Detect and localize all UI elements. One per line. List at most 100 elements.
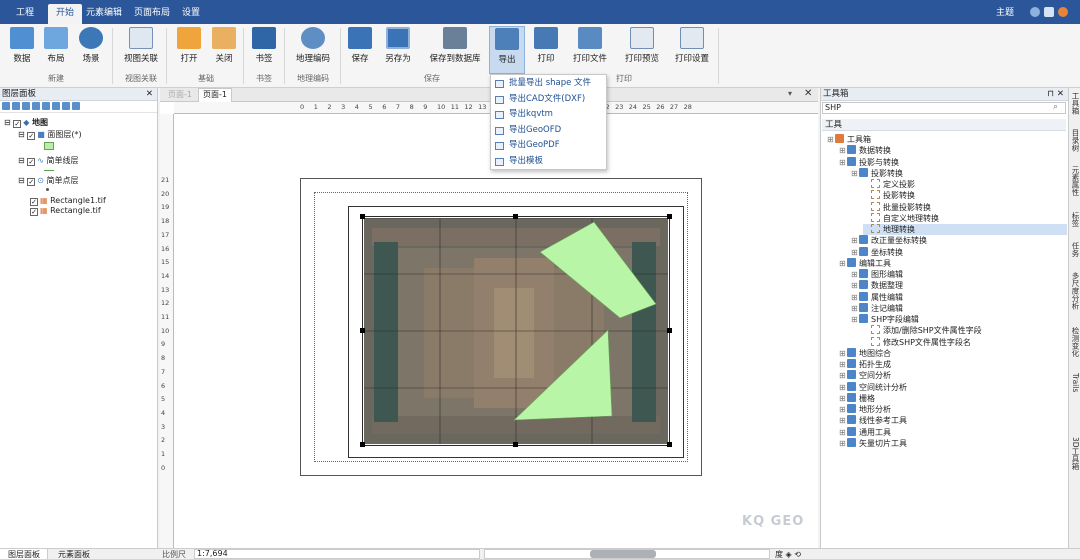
menu-tab-project[interactable]: 工程 [8, 4, 42, 24]
pin-icon[interactable]: ⊓ [1047, 88, 1054, 101]
menu-item-batch-export-shape[interactable]: 批量导出 shape 文件 [491, 76, 606, 91]
toolbox-folder-item[interactable]: ⊞ 数据转换 [839, 145, 891, 156]
save-as-button[interactable]: 另存为 [380, 26, 416, 64]
side-tab[interactable]: 工具箱 [1069, 92, 1080, 115]
group-icon[interactable] [42, 102, 50, 110]
expand-toggle-icon[interactable]: ⊞ [839, 360, 847, 369]
data-button[interactable]: 数据 [4, 26, 40, 64]
down-icon[interactable] [32, 102, 40, 110]
resize-handle[interactable] [667, 328, 672, 333]
menu-tab-element-edit[interactable]: 元素编辑 [78, 4, 130, 24]
window-icon[interactable] [1044, 7, 1054, 17]
layer-node-point[interactable]: ⊟ ✓ ⊙ 简单点层 [18, 175, 79, 186]
checkbox[interactable]: ✓ [27, 158, 36, 166]
expand-toggle-icon[interactable]: ⊞ [839, 405, 847, 414]
checkbox[interactable]: ✓ [27, 178, 36, 186]
toolbox-folder-item[interactable]: ⊞ 通用工具 [839, 426, 891, 438]
resize-handle[interactable] [360, 442, 365, 447]
resize-handle[interactable] [513, 214, 518, 219]
toolbox-folder-item[interactable]: ⊞ 空间统计分析 [839, 381, 907, 393]
expand-toggle-icon[interactable]: ⊞ [851, 248, 859, 257]
tab-layer-panel[interactable]: 图层面板 [0, 549, 48, 559]
toolbox-tool-item[interactable]: 添加/删除SHP文件属性字段 [863, 325, 982, 336]
save-to-db-button[interactable]: 保存到数据库 [428, 26, 482, 64]
toolbox-tool-item[interactable]: 修改SHP文件属性字段名 [863, 336, 971, 348]
add-layer-icon[interactable] [2, 102, 10, 110]
checkbox[interactable]: ✓ [30, 208, 38, 216]
resize-handle[interactable] [360, 214, 365, 219]
side-tab[interactable]: Trails [1069, 373, 1080, 392]
search-icon[interactable]: ⌕ [1053, 102, 1058, 112]
close-button[interactable]: 关闭 [206, 26, 242, 64]
checkbox[interactable]: ✓ [30, 198, 38, 206]
toolbox-folder-item[interactable]: ⊞ SHP字段编辑 [851, 314, 919, 325]
collapse-icon[interactable] [72, 102, 80, 110]
print-settings-button[interactable]: 打印设置 [672, 26, 712, 64]
toolbox-folder-item[interactable]: ⊞ 地形分析 [839, 404, 891, 415]
expand-toggle-icon[interactable]: ⊞ [851, 281, 859, 290]
resize-handle[interactable] [667, 442, 672, 447]
side-tab[interactable]: 多尺度分析 [1069, 272, 1080, 310]
side-tab[interactable]: 3D工具箱 [1069, 437, 1080, 470]
side-tab[interactable]: 目录树 [1069, 129, 1080, 152]
toolbox-folder-item[interactable]: ⊞ 地图综合 [839, 347, 891, 359]
checkbox[interactable]: ✓ [27, 132, 36, 140]
menu-tab-start[interactable]: 开始 [48, 4, 83, 24]
toolbox-folder-item[interactable]: ⊞ 投影转换 [851, 167, 903, 179]
expand-toggle-icon[interactable]: ⊞ [839, 416, 847, 425]
toolbox-folder-item[interactable]: ⊞ 注记编辑 [851, 302, 903, 314]
expand-toggle-icon[interactable]: ⊞ [839, 259, 847, 268]
print-file-button[interactable]: 打印文件 [570, 26, 610, 64]
toolbox-search-input[interactable]: SHP [822, 102, 1066, 114]
menu-item-export-geoofd[interactable]: 导出GeoOFD [491, 123, 606, 138]
view-link-button[interactable]: 视图关联 [120, 26, 162, 64]
toolbox-folder-item[interactable]: ⊞ 栅格 [839, 392, 875, 404]
toolbox-folder-item[interactable]: ⊞ 数据整理 [851, 280, 903, 291]
tab-page-inactive[interactable]: 页面-1 [164, 89, 196, 101]
expand-toggle-icon[interactable]: ⊞ [851, 304, 859, 313]
toolbox-folder-item[interactable]: ⊞ 矢量切片工具 [839, 437, 907, 449]
side-tab[interactable]: 标签 [1069, 212, 1080, 227]
expand-toggle-icon[interactable]: ⊞ [839, 383, 847, 392]
toolbox-tool-item[interactable]: 批量投影转换 [863, 201, 931, 213]
open-button[interactable]: 打开 [171, 26, 207, 64]
expand-toggle-icon[interactable]: ⊞ [839, 394, 847, 403]
side-tab[interactable]: 元素属性 [1069, 166, 1080, 196]
side-tab[interactable]: 任务 [1069, 242, 1080, 257]
toolbox-folder-item[interactable]: ⊞ 编辑工具 [839, 257, 891, 269]
geocode-button[interactable]: 地理编码 [292, 26, 334, 64]
expand-toggle-icon[interactable]: ⊞ [839, 158, 847, 167]
panel-close-icon[interactable]: ✕ [146, 88, 153, 101]
print-preview-button[interactable]: 打印预览 [622, 26, 662, 64]
scale-input[interactable]: 1:7,694 [194, 549, 480, 559]
expand-toggle-icon[interactable]: ⊞ [839, 146, 847, 155]
toolbox-folder-item[interactable]: ⊞ 坐标转换 [851, 246, 903, 258]
expand-toggle-icon[interactable]: ⊞ [839, 371, 847, 380]
up-icon[interactable] [22, 102, 30, 110]
menu-item-export-template[interactable]: 导出模板 [491, 154, 606, 169]
help-icon[interactable] [1058, 7, 1068, 17]
layer-node-polygon[interactable]: ⊟ ✓ ■ 面图层(*) [18, 129, 82, 140]
toolbox-folder-item[interactable]: ⊞ 线性参考工具 [839, 415, 907, 426]
menu-item-export-kqvtm[interactable]: 导出kqvtm [491, 107, 606, 122]
checkbox[interactable]: ✓ [13, 120, 22, 128]
expand-toggle-icon[interactable]: ⊞ [827, 135, 835, 144]
toolbox-tool-item[interactable]: 地理转换 [863, 224, 1067, 235]
toolbox-close-icon[interactable]: ✕ [1057, 88, 1064, 101]
expand-toggle-icon[interactable]: ⊞ [839, 349, 847, 358]
stack-icon[interactable] [52, 102, 60, 110]
resize-handle[interactable] [667, 214, 672, 219]
expand-toggle-icon[interactable]: ⊞ [839, 428, 847, 437]
toolbox-folder-item[interactable]: ⊞ 投影与转换 [839, 156, 899, 168]
layer-node-map[interactable]: ⊟ ✓ ◆ 地图 [4, 117, 48, 128]
tab-page-active[interactable]: 页面-1 [198, 88, 232, 102]
tab-element-panel[interactable]: 元素面板 [50, 549, 100, 559]
toolbox-tool-item[interactable]: 自定义地理转换 [863, 212, 939, 224]
expand-toggle-icon[interactable]: ⊞ [851, 315, 859, 324]
export-button[interactable]: 导出 [489, 26, 525, 74]
print-button[interactable]: 打印 [528, 26, 564, 64]
expand-toggle-icon[interactable]: ⊞ [851, 293, 859, 302]
toolbox-folder-item[interactable]: ⊞ 改正量坐标转换 [851, 235, 927, 246]
layer-node-raster-1[interactable]: ✓ ▦ Rectangle1.tif [30, 196, 106, 206]
toolbox-folder-item[interactable]: ⊞ 工具箱 [827, 134, 871, 145]
